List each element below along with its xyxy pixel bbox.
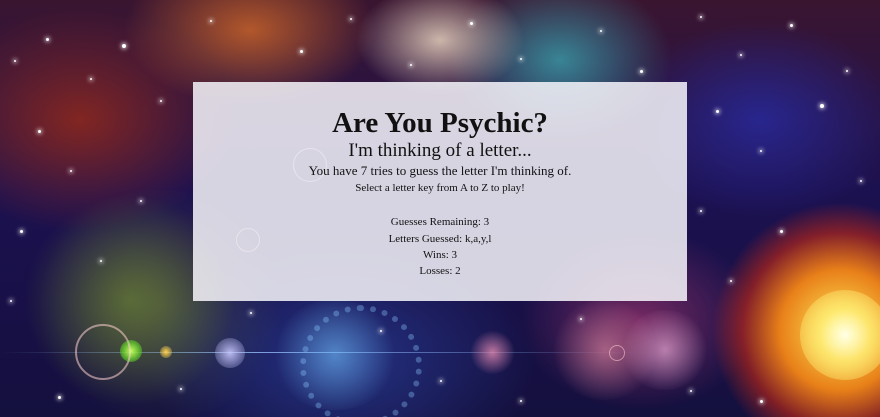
- star: [300, 50, 303, 53]
- star: [410, 64, 412, 66]
- star: [716, 110, 719, 113]
- game-panel: Are You Psychic? I'm thinking of a lette…: [193, 82, 687, 301]
- star: [700, 16, 702, 18]
- star: [760, 400, 763, 403]
- losses-count: Losses: 2: [419, 265, 461, 277]
- game-subtitle: I'm thinking of a letter...: [348, 140, 532, 161]
- star: [210, 20, 212, 22]
- star: [20, 230, 23, 233]
- letters-guessed: Letters Guessed: k,a,y,l: [388, 233, 492, 245]
- game-title: Are You Psychic?: [332, 107, 548, 139]
- star: [740, 54, 742, 56]
- bokeh-orb: [470, 330, 515, 375]
- star: [380, 330, 382, 332]
- star: [780, 230, 783, 233]
- bokeh-orb: [620, 310, 710, 390]
- star: [790, 24, 793, 27]
- star: [58, 396, 61, 399]
- star: [38, 130, 41, 133]
- star: [846, 70, 848, 72]
- bokeh-orb: [215, 338, 245, 368]
- star: [760, 150, 762, 152]
- lens-ring: [75, 324, 131, 380]
- star: [250, 312, 252, 314]
- star: [70, 170, 72, 172]
- star: [860, 180, 862, 182]
- star: [180, 388, 182, 390]
- star: [100, 260, 102, 262]
- bokeh-orb: [160, 346, 172, 358]
- star: [10, 300, 12, 302]
- play-instructions: Select a letter key from A to Z to play!: [355, 182, 525, 194]
- star: [14, 60, 16, 62]
- star: [122, 44, 126, 48]
- star: [140, 200, 142, 202]
- star: [700, 210, 702, 212]
- tries-description: You have 7 tries to guess the letter I'm…: [308, 163, 572, 178]
- star: [470, 22, 473, 25]
- lens-ring: [300, 305, 422, 417]
- bokeh-orb: [800, 290, 880, 380]
- star: [160, 100, 162, 102]
- star: [820, 104, 824, 108]
- lens-ring: [609, 345, 625, 361]
- star: [690, 390, 692, 392]
- star: [600, 30, 602, 32]
- star: [440, 380, 442, 382]
- wins-count: Wins: 3: [422, 249, 458, 261]
- star: [46, 38, 49, 41]
- star: [520, 400, 522, 402]
- star: [640, 70, 643, 73]
- guesses-remaining: Guesses Remaining: 3: [390, 216, 490, 228]
- star: [350, 18, 352, 20]
- star: [90, 78, 92, 80]
- star: [580, 318, 582, 320]
- star: [730, 280, 732, 282]
- star: [520, 58, 522, 60]
